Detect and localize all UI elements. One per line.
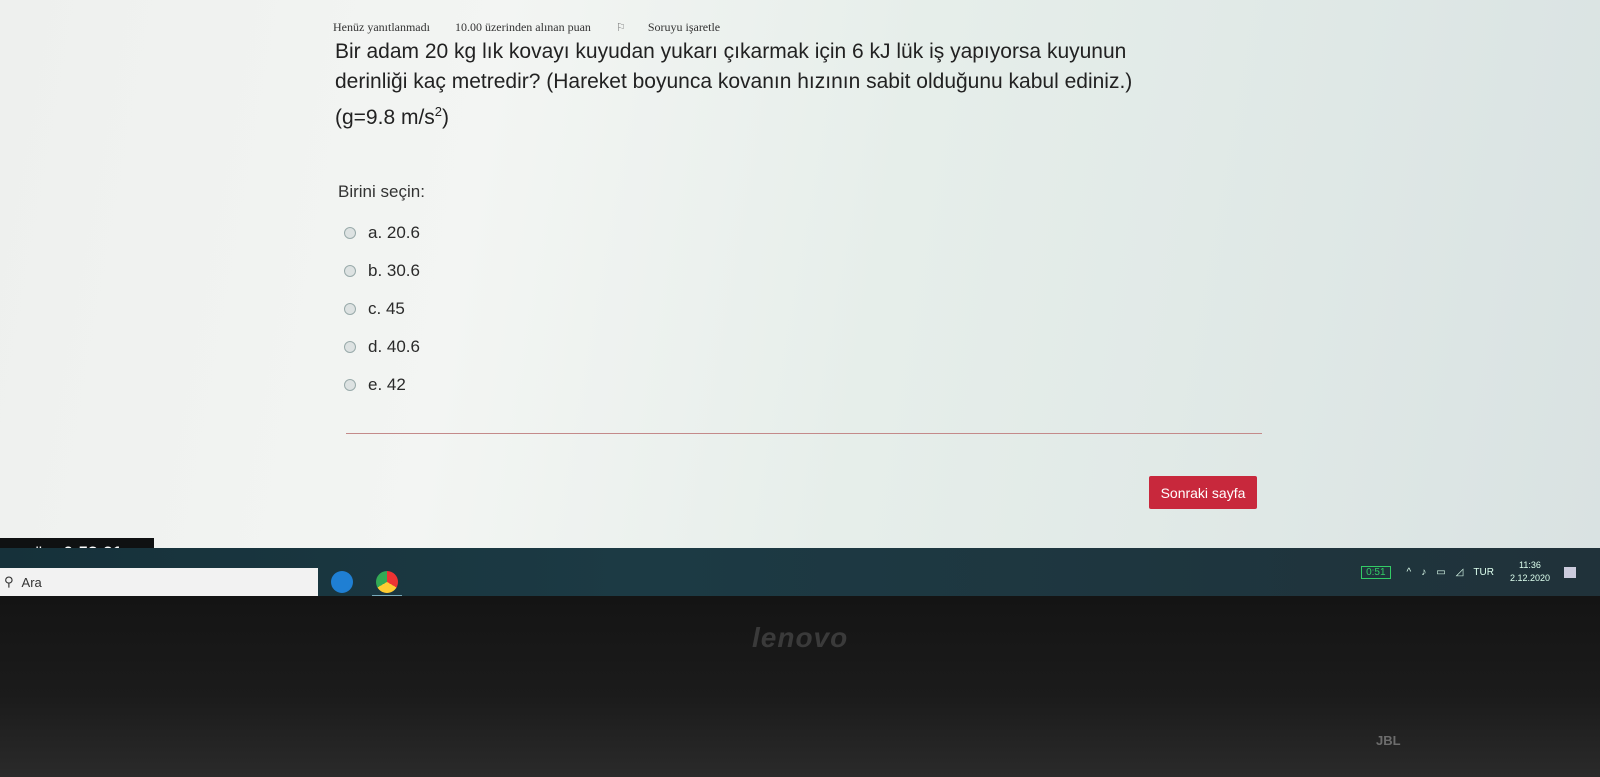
- question-line-2: derinliği kaç metredir? (Hareket boyunca…: [335, 70, 1133, 93]
- option-label: e. 42: [368, 375, 406, 394]
- chevron-up-icon[interactable]: ^: [1407, 567, 1412, 578]
- speaker-icon[interactable]: ♪: [1421, 567, 1426, 578]
- language-indicator[interactable]: TUR: [1473, 567, 1494, 578]
- battery-icon[interactable]: ▭: [1436, 567, 1445, 578]
- option-label: c. 45: [368, 299, 405, 318]
- question-info-bar: Henüz yanıtlanmadı 10.00 üzerinden alına…: [333, 20, 764, 35]
- question-points: 10.00 üzerinden alınan puan: [454, 20, 591, 34]
- flag-question-link[interactable]: ⚐ Soruyu işaretle: [616, 20, 742, 34]
- formula-prefix: (g=9.8 m/s: [335, 106, 435, 129]
- network-icon[interactable]: ◿: [1456, 567, 1464, 578]
- flag-question-label: Soruyu işaretle: [647, 20, 721, 34]
- question-status: Henüz yanıtlanmadı: [333, 20, 430, 34]
- option-label: a. 20.6: [368, 223, 420, 242]
- taskbar-search[interactable]: ⚲ Ara: [0, 568, 318, 596]
- question-line-1: Bir adam 20 kg lık kovayı kuyudan yukarı…: [335, 40, 1127, 63]
- option-label: d. 40.6: [368, 337, 420, 356]
- choice-prompt: Birini seçin:: [338, 182, 425, 201]
- radio-button[interactable]: [344, 265, 356, 277]
- radio-button[interactable]: [344, 379, 356, 391]
- divider: [346, 433, 1262, 434]
- answer-options: a. 20.6 b. 30.6 c. 45 d. 40.6 e. 42: [344, 214, 420, 404]
- question-formula: (g=9.8 m/s2): [335, 97, 1235, 133]
- answer-option-a[interactable]: a. 20.6: [344, 214, 420, 252]
- formula-exponent: 2: [434, 104, 443, 119]
- next-page-button[interactable]: Sonraki sayfa: [1149, 476, 1257, 509]
- radio-button[interactable]: [344, 227, 356, 239]
- jbl-logo: JBL: [1376, 733, 1401, 748]
- notification-icon[interactable]: [1564, 566, 1576, 578]
- formula-suffix: ): [442, 106, 450, 129]
- answer-option-e[interactable]: e. 42: [344, 366, 420, 404]
- answer-option-b[interactable]: b. 30.6: [344, 252, 420, 290]
- taskbar: ⚲ Ara 0:51 ^ ♪ ▭ ◿ TUR 11:36 2.12.2020: [0, 548, 1600, 597]
- clock-date: 2.12.2020: [1509, 573, 1550, 583]
- option-label: b. 30.6: [368, 261, 420, 280]
- edge-browser-icon[interactable]: [327, 569, 357, 595]
- chrome-browser-icon[interactable]: [372, 569, 402, 597]
- flag-icon: ⚐: [615, 22, 626, 34]
- question-text: Bir adam 20 kg lık kovayı kuyudan yukarı…: [335, 37, 1235, 133]
- system-tray: 0:51 ^ ♪ ▭ ◿ TUR 11:36 2.12.2020: [1361, 548, 1576, 596]
- search-icon: ⚲: [4, 574, 14, 589]
- clock-time: 11:36: [1519, 560, 1541, 570]
- answer-option-c[interactable]: c. 45: [344, 290, 420, 328]
- clock[interactable]: 11:36 2.12.2020: [1510, 559, 1550, 585]
- laptop-bezel: lenovo JBL: [0, 596, 1600, 777]
- lenovo-logo: lenovo: [752, 622, 849, 653]
- tray-timer[interactable]: 0:51: [1361, 565, 1391, 579]
- search-placeholder: Ara: [21, 574, 42, 590]
- answer-option-d[interactable]: d. 40.6: [344, 328, 420, 366]
- browser-screen: Henüz yanıtlanmadı 10.00 üzerinden alına…: [0, 0, 1600, 560]
- radio-button[interactable]: [344, 341, 356, 353]
- radio-button[interactable]: [344, 303, 356, 315]
